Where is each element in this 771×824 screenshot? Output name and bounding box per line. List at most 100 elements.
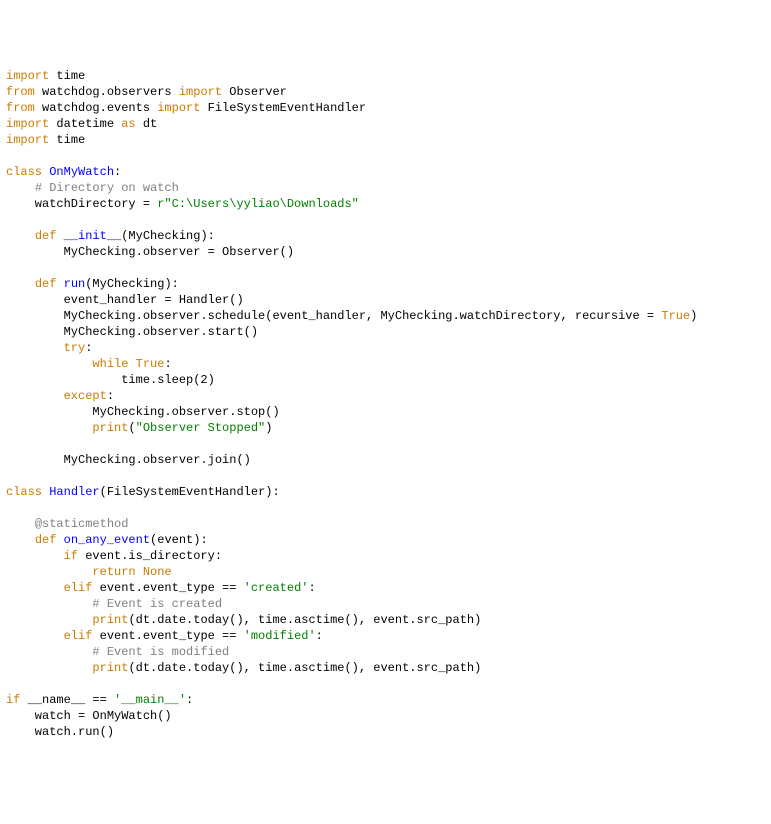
token: ( <box>128 421 135 435</box>
token: r"C:\Users\yyliao\Downloads" <box>157 197 359 211</box>
code-line: print("Observer Stopped") <box>6 420 765 436</box>
token: # Event is modified <box>92 645 229 659</box>
token <box>6 613 92 627</box>
code-line: elif event.event_type == 'modified': <box>6 628 765 644</box>
token: import <box>6 117 49 131</box>
token: while <box>92 357 128 371</box>
token: : <box>308 581 315 595</box>
token: ) <box>690 309 697 323</box>
token: MyChecking.observer.join() <box>6 453 251 467</box>
code-line: def __init__(MyChecking): <box>6 228 765 244</box>
token <box>6 277 35 291</box>
token: time <box>49 133 85 147</box>
code-line: import datetime as dt <box>6 116 765 132</box>
token: from <box>6 101 35 115</box>
token: class <box>6 485 42 499</box>
code-line: class OnMyWatch: <box>6 164 765 180</box>
token: True <box>136 357 165 371</box>
code-line: MyChecking.observer.stop() <box>6 404 765 420</box>
token: import <box>179 85 222 99</box>
token: 'modified' <box>244 629 316 643</box>
token: print <box>92 613 128 627</box>
code-line: from watchdog.observers import Observer <box>6 84 765 100</box>
token: "Observer Stopped" <box>136 421 266 435</box>
token <box>56 533 63 547</box>
code-line: watchDirectory = r"C:\Users\yyliao\Downl… <box>6 196 765 212</box>
token: __name__ == <box>20 693 114 707</box>
token: except <box>64 389 107 403</box>
token: 'created' <box>244 581 309 595</box>
token: # Directory on watch <box>35 181 179 195</box>
token: dt <box>136 117 158 131</box>
token <box>6 181 35 195</box>
python-source: import timefrom watchdog.observers impor… <box>6 68 765 740</box>
code-line: print(dt.date.today(), time.asctime(), e… <box>6 612 765 628</box>
token <box>136 565 143 579</box>
token: event.is_directory: <box>78 549 222 563</box>
code-line: try: <box>6 340 765 356</box>
token: Observer <box>222 85 287 99</box>
token: try <box>64 341 86 355</box>
token: if <box>6 693 20 707</box>
token <box>6 661 92 675</box>
code-line: MyChecking.observer.start() <box>6 324 765 340</box>
token: if <box>64 549 78 563</box>
code-block: { "tokens": [ [["import","kw"],[" time",… <box>0 0 771 824</box>
code-line <box>6 436 765 452</box>
token: elif <box>64 581 93 595</box>
code-line: # Event is created <box>6 596 765 612</box>
token: (MyChecking): <box>85 277 179 291</box>
token: : <box>114 165 121 179</box>
code-line: watch = OnMyWatch() <box>6 708 765 724</box>
code-line: def on_any_event(event): <box>6 532 765 548</box>
code-line <box>6 260 765 276</box>
token: import <box>157 101 200 115</box>
code-line: return None <box>6 564 765 580</box>
token: watch = OnMyWatch() <box>6 709 172 723</box>
code-line: if __name__ == '__main__': <box>6 692 765 708</box>
code-line: time.sleep(2) <box>6 372 765 388</box>
token: time <box>49 69 85 83</box>
code-line: if event.is_directory: <box>6 548 765 564</box>
code-line <box>6 500 765 516</box>
token <box>6 645 92 659</box>
token: class <box>6 165 42 179</box>
token <box>6 357 92 371</box>
token: (MyChecking): <box>121 229 215 243</box>
token: # Event is created <box>92 597 222 611</box>
code-line <box>6 212 765 228</box>
code-line: MyChecking.observer.join() <box>6 452 765 468</box>
token <box>6 597 92 611</box>
token: time.sleep(2) <box>6 373 215 387</box>
token: on_any_event <box>64 533 150 547</box>
token: print <box>92 661 128 675</box>
token: None <box>143 565 172 579</box>
token: as <box>121 117 135 131</box>
token: watchdog.events <box>35 101 157 115</box>
code-line: # Directory on watch <box>6 180 765 196</box>
token <box>6 421 92 435</box>
token: : <box>164 357 171 371</box>
token: watch.run() <box>6 725 114 739</box>
token: MyChecking.observer = Observer() <box>6 245 294 259</box>
code-line: while True: <box>6 356 765 372</box>
code-line: import time <box>6 132 765 148</box>
code-line: import time <box>6 68 765 84</box>
token: (event): <box>150 533 208 547</box>
token: elif <box>64 629 93 643</box>
token: __init__ <box>64 229 122 243</box>
token: : <box>107 389 114 403</box>
token: (dt.date.today(), time.asctime(), event.… <box>128 661 481 675</box>
token: def <box>35 533 57 547</box>
token: : <box>186 693 193 707</box>
token: return <box>92 565 135 579</box>
token <box>6 565 92 579</box>
token: def <box>35 229 57 243</box>
token: event.event_type == <box>92 581 243 595</box>
token <box>6 341 64 355</box>
code-line: MyChecking.observer = Observer() <box>6 244 765 260</box>
token: MyChecking.observer.schedule(event_handl… <box>6 309 661 323</box>
token <box>56 229 63 243</box>
token: MyChecking.observer.start() <box>6 325 258 339</box>
token: print <box>92 421 128 435</box>
